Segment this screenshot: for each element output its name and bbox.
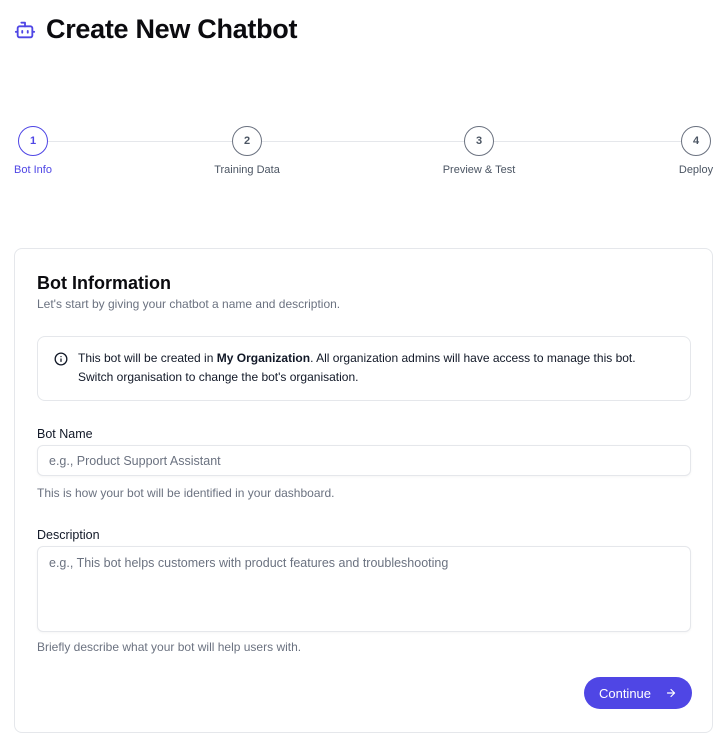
info-text-line2: Switch organisation to change the bot's … [78,370,359,384]
description-label: Description [37,528,100,542]
step-number: 2 [232,126,262,156]
info-icon [54,352,68,366]
bot-icon [14,19,36,41]
description-helper: Briefly describe what your bot will help… [37,640,302,654]
page-title: Create New Chatbot [46,14,298,44]
card-title: Bot Information [37,273,171,293]
step-training-data[interactable]: 2 Training Data [207,126,287,176]
continue-button[interactable]: Continue [584,677,692,709]
bot-name-helper: This is how your bot will be identified … [37,486,335,500]
info-text-before: This bot will be created in [78,351,217,365]
step-label: Preview & Test [442,164,516,176]
info-text: This bot will be created in My Organizat… [78,349,676,387]
bot-information-card: Bot Information Let's start by giving yo… [14,248,713,733]
organization-info-box: This bot will be created in My Organizat… [37,336,691,401]
info-text-after: . All organization admins will have acce… [310,351,636,365]
step-number: 3 [464,126,494,156]
step-number: 4 [681,126,711,156]
arrow-right-icon [665,687,677,699]
bot-name-label: Bot Name [37,427,93,441]
continue-label: Continue [598,685,652,701]
description-textarea[interactable] [37,546,691,632]
step-label: Training Data [214,164,280,176]
step-label: Bot Info [14,164,52,176]
step-label: Deploy [678,164,714,176]
step-preview-test[interactable]: 3 Preview & Test [434,126,524,176]
page-header: Create New Chatbot [14,14,297,45]
bot-name-input[interactable] [37,445,691,476]
step-number: 1 [18,126,48,156]
step-bot-info[interactable]: 1 Bot Info [8,126,58,176]
stepper-line [48,141,683,142]
organization-name: My Organization [216,351,311,365]
step-deploy[interactable]: 4 Deploy [671,126,721,176]
card-subtitle: Let's start by giving your chatbot a nam… [37,297,341,311]
stepper: 1 Bot Info 2 Training Data 3 Preview & T… [0,126,726,186]
